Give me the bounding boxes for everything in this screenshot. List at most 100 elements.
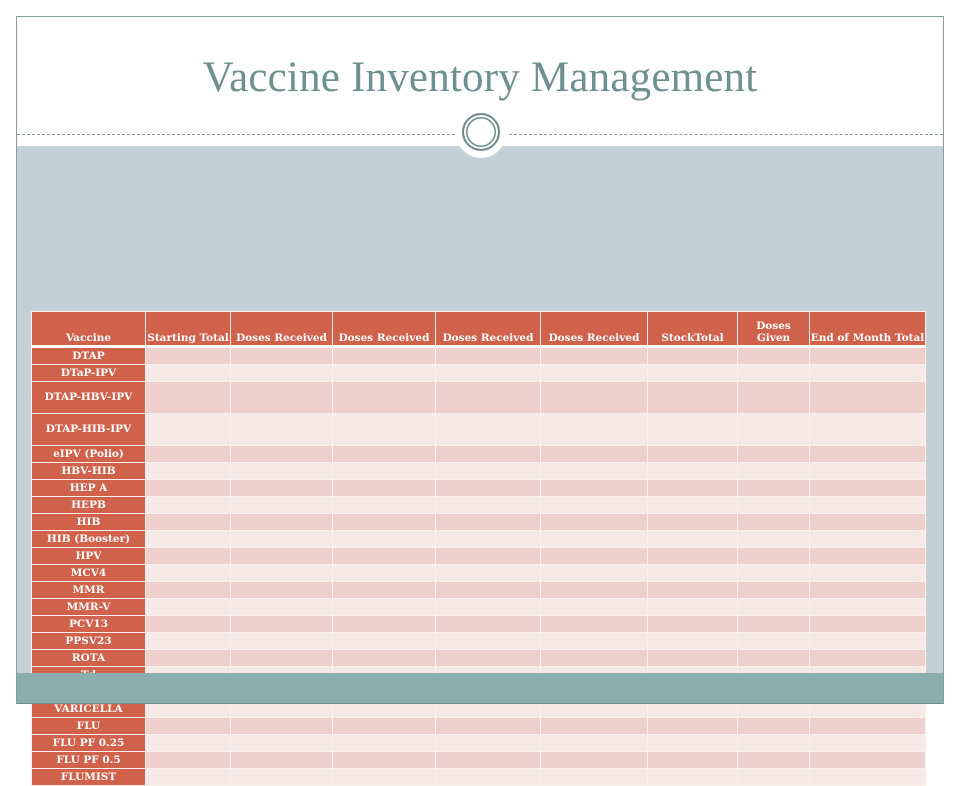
data-cell[interactable] xyxy=(230,768,333,786)
data-cell[interactable] xyxy=(145,751,231,769)
data-cell[interactable] xyxy=(737,530,810,548)
data-cell[interactable] xyxy=(809,346,926,365)
data-cell[interactable] xyxy=(332,768,436,786)
data-cell[interactable] xyxy=(737,717,810,735)
data-cell[interactable] xyxy=(435,445,541,463)
data-cell[interactable] xyxy=(332,649,436,667)
data-cell[interactable] xyxy=(332,479,436,497)
data-cell[interactable] xyxy=(435,717,541,735)
data-cell[interactable] xyxy=(809,717,926,735)
data-cell[interactable] xyxy=(737,413,810,446)
data-cell[interactable] xyxy=(647,615,738,633)
data-cell[interactable] xyxy=(540,364,648,382)
data-cell[interactable] xyxy=(540,479,648,497)
data-cell[interactable] xyxy=(540,413,648,446)
data-cell[interactable] xyxy=(230,413,333,446)
data-cell[interactable] xyxy=(435,632,541,650)
data-cell[interactable] xyxy=(647,564,738,582)
data-cell[interactable] xyxy=(737,513,810,531)
data-cell[interactable] xyxy=(647,445,738,463)
data-cell[interactable] xyxy=(647,717,738,735)
data-cell[interactable] xyxy=(332,346,436,365)
data-cell[interactable] xyxy=(647,346,738,365)
data-cell[interactable] xyxy=(809,496,926,514)
data-cell[interactable] xyxy=(435,513,541,531)
data-cell[interactable] xyxy=(332,581,436,599)
data-cell[interactable] xyxy=(145,530,231,548)
data-cell[interactable] xyxy=(540,530,648,548)
data-cell[interactable] xyxy=(647,530,738,548)
data-cell[interactable] xyxy=(647,734,738,752)
data-cell[interactable] xyxy=(809,530,926,548)
data-cell[interactable] xyxy=(230,364,333,382)
data-cell[interactable] xyxy=(809,768,926,786)
data-cell[interactable] xyxy=(435,547,541,565)
data-cell[interactable] xyxy=(737,564,810,582)
data-cell[interactable] xyxy=(435,479,541,497)
data-cell[interactable] xyxy=(230,496,333,514)
data-cell[interactable] xyxy=(540,581,648,599)
data-cell[interactable] xyxy=(145,364,231,382)
data-cell[interactable] xyxy=(809,615,926,633)
data-cell[interactable] xyxy=(737,598,810,616)
data-cell[interactable] xyxy=(647,581,738,599)
data-cell[interactable] xyxy=(540,751,648,769)
data-cell[interactable] xyxy=(435,581,541,599)
data-cell[interactable] xyxy=(647,462,738,480)
data-cell[interactable] xyxy=(230,547,333,565)
data-cell[interactable] xyxy=(809,364,926,382)
data-cell[interactable] xyxy=(435,346,541,365)
data-cell[interactable] xyxy=(230,615,333,633)
data-cell[interactable] xyxy=(332,381,436,414)
data-cell[interactable] xyxy=(540,381,648,414)
data-cell[interactable] xyxy=(647,364,738,382)
data-cell[interactable] xyxy=(540,445,648,463)
data-cell[interactable] xyxy=(145,513,231,531)
data-cell[interactable] xyxy=(145,615,231,633)
data-cell[interactable] xyxy=(332,413,436,446)
data-cell[interactable] xyxy=(435,496,541,514)
data-cell[interactable] xyxy=(435,413,541,446)
data-cell[interactable] xyxy=(435,462,541,480)
data-cell[interactable] xyxy=(230,717,333,735)
data-cell[interactable] xyxy=(332,598,436,616)
data-cell[interactable] xyxy=(540,462,648,480)
data-cell[interactable] xyxy=(435,530,541,548)
data-cell[interactable] xyxy=(230,513,333,531)
data-cell[interactable] xyxy=(145,581,231,599)
data-cell[interactable] xyxy=(737,632,810,650)
data-cell[interactable] xyxy=(540,632,648,650)
data-cell[interactable] xyxy=(435,564,541,582)
data-cell[interactable] xyxy=(230,632,333,650)
data-cell[interactable] xyxy=(737,734,810,752)
data-cell[interactable] xyxy=(647,632,738,650)
data-cell[interactable] xyxy=(332,564,436,582)
data-cell[interactable] xyxy=(435,381,541,414)
data-cell[interactable] xyxy=(809,751,926,769)
data-cell[interactable] xyxy=(737,364,810,382)
data-cell[interactable] xyxy=(647,413,738,446)
data-cell[interactable] xyxy=(435,649,541,667)
data-cell[interactable] xyxy=(540,734,648,752)
data-cell[interactable] xyxy=(540,768,648,786)
data-cell[interactable] xyxy=(230,581,333,599)
data-cell[interactable] xyxy=(737,581,810,599)
data-cell[interactable] xyxy=(647,381,738,414)
data-cell[interactable] xyxy=(540,615,648,633)
data-cell[interactable] xyxy=(230,479,333,497)
data-cell[interactable] xyxy=(737,547,810,565)
data-cell[interactable] xyxy=(230,598,333,616)
data-cell[interactable] xyxy=(737,768,810,786)
data-cell[interactable] xyxy=(332,615,436,633)
data-cell[interactable] xyxy=(230,530,333,548)
data-cell[interactable] xyxy=(737,346,810,365)
data-cell[interactable] xyxy=(540,513,648,531)
data-cell[interactable] xyxy=(809,564,926,582)
data-cell[interactable] xyxy=(145,346,231,365)
data-cell[interactable] xyxy=(435,598,541,616)
data-cell[interactable] xyxy=(540,547,648,565)
data-cell[interactable] xyxy=(145,649,231,667)
data-cell[interactable] xyxy=(647,547,738,565)
data-cell[interactable] xyxy=(332,547,436,565)
data-cell[interactable] xyxy=(332,496,436,514)
